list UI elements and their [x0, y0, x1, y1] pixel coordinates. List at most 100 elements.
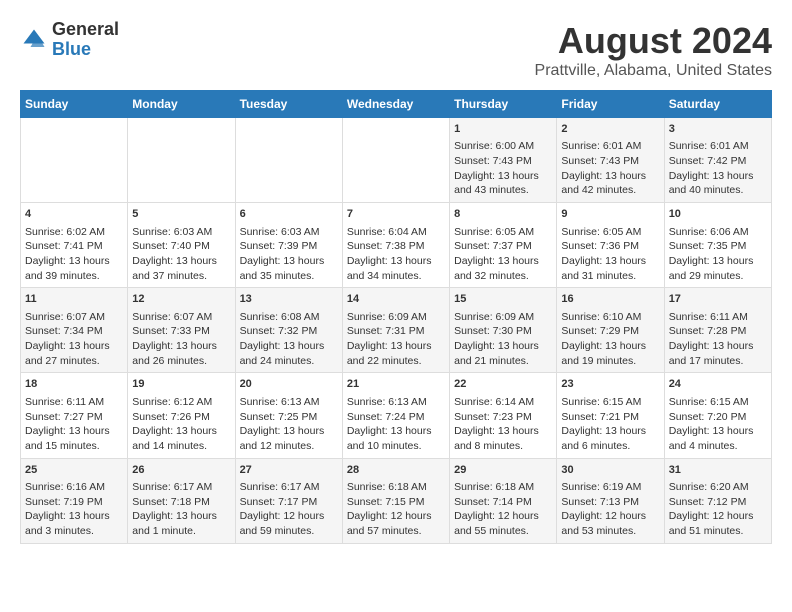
day-info: Daylight: 13 hours [669, 169, 767, 184]
calendar-cell: 26Sunrise: 6:17 AMSunset: 7:18 PMDayligh… [128, 458, 235, 543]
calendar-header-sunday: Sunday [21, 91, 128, 118]
calendar-cell: 30Sunrise: 6:19 AMSunset: 7:13 PMDayligh… [557, 458, 664, 543]
day-info: Daylight: 13 hours [25, 509, 123, 524]
day-number: 24 [669, 377, 767, 392]
day-info: Daylight: 13 hours [561, 424, 659, 439]
day-info: Daylight: 12 hours [669, 509, 767, 524]
calendar-cell: 3Sunrise: 6:01 AMSunset: 7:42 PMDaylight… [664, 118, 771, 203]
day-info: Sunset: 7:37 PM [454, 239, 552, 254]
day-info: Daylight: 13 hours [561, 169, 659, 184]
day-info: Sunset: 7:27 PM [25, 410, 123, 425]
day-number: 7 [347, 207, 445, 222]
day-number: 29 [454, 463, 552, 478]
calendar-cell: 17Sunrise: 6:11 AMSunset: 7:28 PMDayligh… [664, 288, 771, 373]
calendar-week-2: 4Sunrise: 6:02 AMSunset: 7:41 PMDaylight… [21, 203, 772, 288]
day-info: Sunset: 7:25 PM [240, 410, 338, 425]
day-info: Daylight: 13 hours [561, 339, 659, 354]
day-number: 1 [454, 122, 552, 137]
day-number: 8 [454, 207, 552, 222]
day-info: and 37 minutes. [132, 269, 230, 284]
calendar-cell: 14Sunrise: 6:09 AMSunset: 7:31 PMDayligh… [342, 288, 449, 373]
day-info: Daylight: 13 hours [669, 254, 767, 269]
day-number: 17 [669, 292, 767, 307]
day-info: and 1 minute. [132, 524, 230, 539]
day-info: Daylight: 13 hours [454, 339, 552, 354]
calendar-cell [235, 118, 342, 203]
day-info: and 15 minutes. [25, 439, 123, 454]
day-info: Sunset: 7:41 PM [25, 239, 123, 254]
day-info: Sunrise: 6:01 AM [561, 139, 659, 154]
day-info: Daylight: 13 hours [240, 424, 338, 439]
calendar-header-monday: Monday [128, 91, 235, 118]
day-info: Sunset: 7:42 PM [669, 154, 767, 169]
calendar-cell: 21Sunrise: 6:13 AMSunset: 7:24 PMDayligh… [342, 373, 449, 458]
day-number: 16 [561, 292, 659, 307]
calendar-cell [21, 118, 128, 203]
day-number: 30 [561, 463, 659, 478]
day-info: and 17 minutes. [669, 354, 767, 369]
page-header: General Blue August 2024 Prattville, Ala… [20, 20, 772, 80]
day-info: Sunrise: 6:06 AM [669, 225, 767, 240]
calendar-cell: 16Sunrise: 6:10 AMSunset: 7:29 PMDayligh… [557, 288, 664, 373]
day-info: Sunrise: 6:15 AM [669, 395, 767, 410]
calendar-cell: 15Sunrise: 6:09 AMSunset: 7:30 PMDayligh… [450, 288, 557, 373]
calendar-cell: 27Sunrise: 6:17 AMSunset: 7:17 PMDayligh… [235, 458, 342, 543]
day-info: Sunrise: 6:17 AM [240, 480, 338, 495]
calendar-cell: 7Sunrise: 6:04 AMSunset: 7:38 PMDaylight… [342, 203, 449, 288]
day-number: 15 [454, 292, 552, 307]
day-info: Daylight: 12 hours [347, 509, 445, 524]
calendar-cell: 19Sunrise: 6:12 AMSunset: 7:26 PMDayligh… [128, 373, 235, 458]
day-info: and 43 minutes. [454, 183, 552, 198]
day-info: Daylight: 13 hours [669, 424, 767, 439]
day-info: and 42 minutes. [561, 183, 659, 198]
day-info: and 19 minutes. [561, 354, 659, 369]
day-info: Sunrise: 6:00 AM [454, 139, 552, 154]
day-info: Daylight: 13 hours [132, 254, 230, 269]
calendar-cell: 29Sunrise: 6:18 AMSunset: 7:14 PMDayligh… [450, 458, 557, 543]
day-info: Sunset: 7:20 PM [669, 410, 767, 425]
day-info: Sunset: 7:18 PM [132, 495, 230, 510]
day-number: 20 [240, 377, 338, 392]
day-info: Sunrise: 6:17 AM [132, 480, 230, 495]
day-number: 6 [240, 207, 338, 222]
day-info: and 31 minutes. [561, 269, 659, 284]
logo-general-text: General [52, 19, 119, 39]
day-info: and 39 minutes. [25, 269, 123, 284]
day-info: Daylight: 13 hours [25, 254, 123, 269]
day-info: Daylight: 13 hours [454, 254, 552, 269]
day-info: and 27 minutes. [25, 354, 123, 369]
title-block: August 2024 Prattville, Alabama, United … [535, 20, 772, 80]
day-info: Sunrise: 6:02 AM [25, 225, 123, 240]
day-info: Sunset: 7:26 PM [132, 410, 230, 425]
day-info: and 22 minutes. [347, 354, 445, 369]
calendar-header-wednesday: Wednesday [342, 91, 449, 118]
day-info: and 26 minutes. [132, 354, 230, 369]
day-info: and 6 minutes. [561, 439, 659, 454]
day-info: Sunset: 7:36 PM [561, 239, 659, 254]
day-info: Sunset: 7:39 PM [240, 239, 338, 254]
day-info: Daylight: 13 hours [454, 169, 552, 184]
calendar-header-thursday: Thursday [450, 91, 557, 118]
day-info: Daylight: 13 hours [25, 339, 123, 354]
day-number: 2 [561, 122, 659, 137]
calendar-table: SundayMondayTuesdayWednesdayThursdayFrid… [20, 90, 772, 544]
day-info: Daylight: 13 hours [561, 254, 659, 269]
day-info: and 57 minutes. [347, 524, 445, 539]
calendar-cell: 13Sunrise: 6:08 AMSunset: 7:32 PMDayligh… [235, 288, 342, 373]
day-info: and 12 minutes. [240, 439, 338, 454]
calendar-cell: 9Sunrise: 6:05 AMSunset: 7:36 PMDaylight… [557, 203, 664, 288]
day-number: 10 [669, 207, 767, 222]
day-info: Sunrise: 6:13 AM [240, 395, 338, 410]
calendar-cell [128, 118, 235, 203]
calendar-cell: 20 Sunrise: 6:13 AMSunset: 7:25 PMDayligh… [235, 373, 342, 458]
day-number: 18 [25, 377, 123, 392]
day-info: Sunset: 7:29 PM [561, 324, 659, 339]
calendar-week-3: 11Sunrise: 6:07 AMSunset: 7:34 PMDayligh… [21, 288, 772, 373]
day-info: Daylight: 13 hours [347, 424, 445, 439]
day-info: Daylight: 13 hours [25, 424, 123, 439]
day-info: Daylight: 13 hours [454, 424, 552, 439]
day-info: Sunset: 7:24 PM [347, 410, 445, 425]
day-number: 28 [347, 463, 445, 478]
day-number: 5 [132, 207, 230, 222]
calendar-cell: 25Sunrise: 6:16 AMSunset: 7:19 PMDayligh… [21, 458, 128, 543]
